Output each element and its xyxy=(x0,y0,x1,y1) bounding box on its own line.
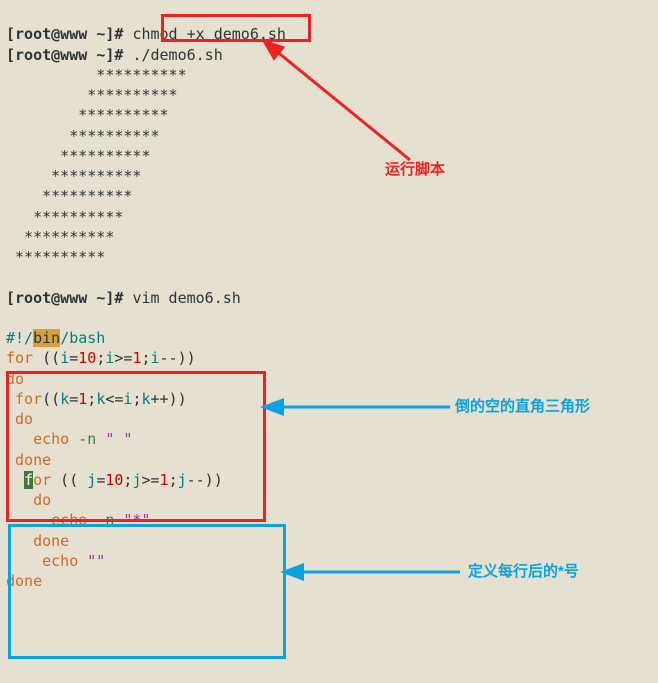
cmd-run: ./demo6.sh xyxy=(132,46,222,64)
prompt: [root@www ~]# xyxy=(6,46,123,64)
output-line: ********** xyxy=(6,127,160,145)
output-line: ********** xyxy=(6,147,151,165)
code-line-11: echo "" xyxy=(6,552,105,570)
cmd-vim: vim demo6.sh xyxy=(132,289,240,307)
code-line-9: echo -n "*" xyxy=(6,511,151,529)
prompt: [root@www ~]# xyxy=(6,25,123,43)
code-line-12: done xyxy=(6,572,42,590)
shebang: #!/bin/bash xyxy=(6,329,105,347)
code-line-6: done xyxy=(6,451,51,469)
code-line-4: do xyxy=(6,410,33,428)
code-line-8: do xyxy=(6,491,51,509)
output-line: ********** xyxy=(6,208,123,226)
output-line: ********** xyxy=(6,106,169,124)
code-line-1: for ((i=10;i>=1;i--)) xyxy=(6,349,196,367)
annotation-run-script: 运行脚本 xyxy=(385,160,445,180)
output-line: ********** xyxy=(6,228,114,246)
terminal-output: [root@www ~]# chmod +x demo6.sh [root@ww… xyxy=(0,0,658,595)
code-line-10: done xyxy=(6,532,69,550)
cmd-chmod: chmod +x demo6.sh xyxy=(132,25,286,43)
prompt: [root@www ~]# xyxy=(6,289,123,307)
code-line-5: echo -n " " xyxy=(6,430,132,448)
annotation-define-stars: 定义每行后的*号 xyxy=(468,562,579,582)
output-line: ********** xyxy=(6,187,132,205)
annotation-inverted-triangle: 倒的空的直角三角形 xyxy=(455,397,590,417)
output-line: ********** xyxy=(6,248,105,266)
code-line-3: for((k=1;k<=i;k++)) xyxy=(6,390,187,408)
output-line: ********** xyxy=(6,167,141,185)
code-line-2: do xyxy=(6,370,24,388)
output-line: ********** xyxy=(6,86,178,104)
code-line-7: for (( j=10;j>=1;j--)) xyxy=(6,471,223,489)
output-line: ********** xyxy=(6,66,187,84)
